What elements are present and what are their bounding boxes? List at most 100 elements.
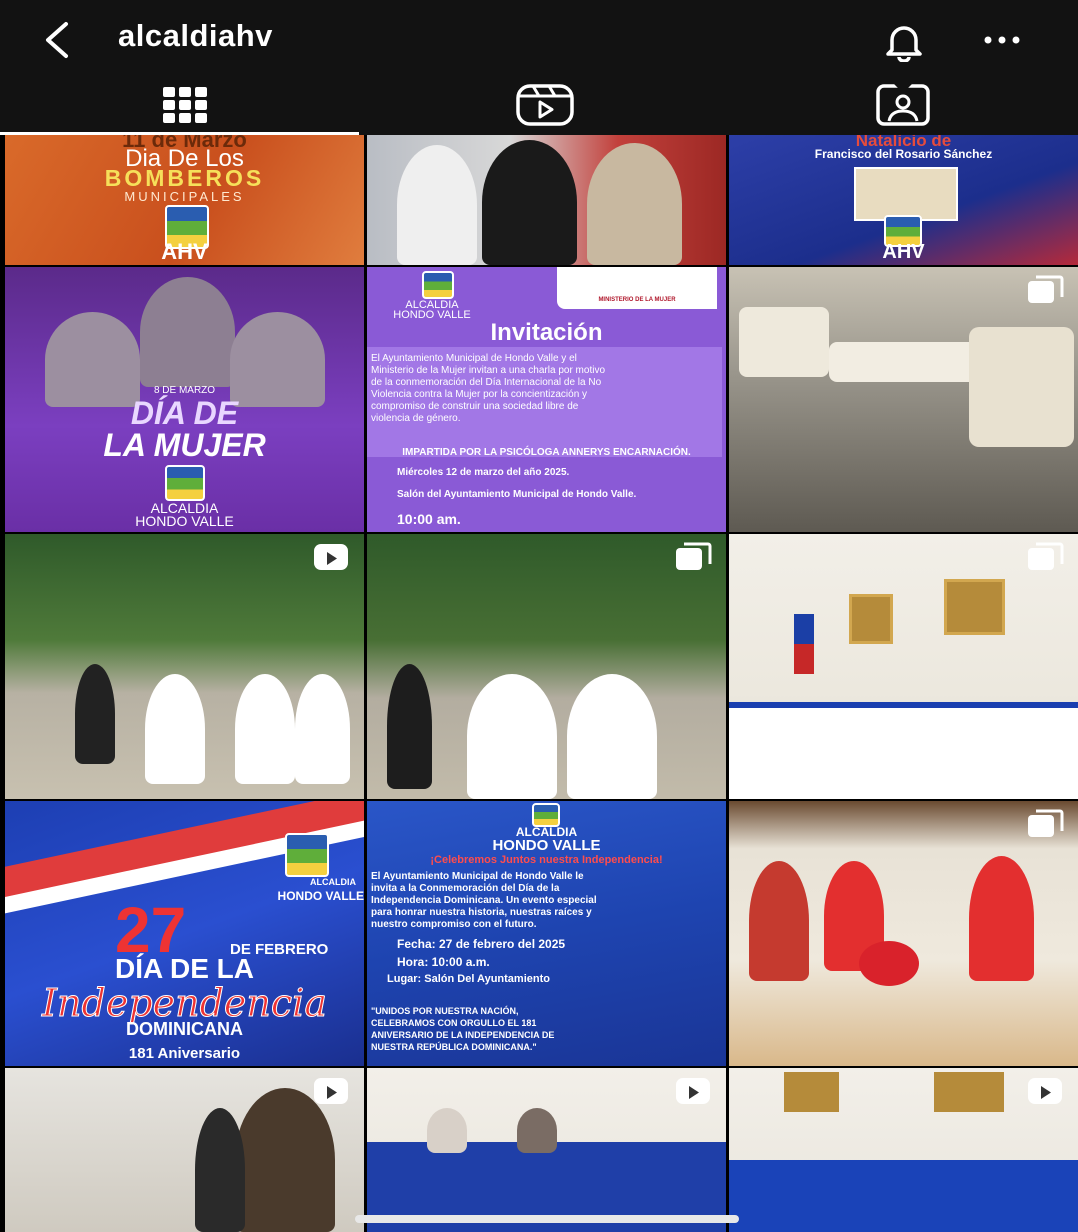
- post-tile-group-red[interactable]: [729, 801, 1078, 1066]
- post-text: 10:00 am.: [397, 511, 461, 527]
- post-text: CELEBRAMOS CON ORGULLO EL 181: [371, 1018, 537, 1028]
- carousel-icon: [1028, 542, 1064, 570]
- photo-person: [482, 140, 577, 265]
- post-text: AHV: [161, 239, 208, 264]
- post-text: nuestro compromiso con el futuro.: [371, 919, 537, 930]
- posts-grid: 11 de Marzo Dia De Los BOMBEROS MUNICIPA…: [0, 135, 1078, 1232]
- photo-person: [427, 1108, 467, 1153]
- post-tile-meeting-table[interactable]: [729, 534, 1078, 799]
- post-text: ANIVERSARIO DE LA INDEPENDENCIA DE: [371, 1030, 555, 1040]
- photo-frame: [934, 1072, 1004, 1112]
- photo-person: [587, 143, 682, 265]
- post-text: Violencia contra la Mujer por la concien…: [371, 389, 588, 400]
- reels-icon: [516, 84, 574, 126]
- post-text: DOMINICANA: [126, 1019, 243, 1039]
- profile-header: alcaldiahv: [0, 0, 1078, 135]
- post-text: LA MUJER: [103, 427, 266, 463]
- photo-person: [397, 145, 477, 265]
- post-tile-dia-mujer[interactable]: 8 DE MARZO DÍA DE LA MUJER ALCALDIA HOND…: [5, 267, 364, 532]
- post-text: ¡Celebremos Juntos nuestra Independencia…: [430, 854, 663, 866]
- tab-reels[interactable]: [515, 80, 575, 130]
- post-text: compromiso de construir una sociedad lib…: [371, 401, 579, 412]
- photo-dancer: [467, 674, 557, 799]
- post-text: El Ayuntamiento Municipal de Hondo Valle…: [371, 353, 577, 364]
- municipal-logo: [285, 833, 329, 877]
- photo-person: [195, 1108, 245, 1232]
- post-tile-meeting-reel-2[interactable]: [729, 1068, 1078, 1232]
- more-icon[interactable]: [980, 22, 1024, 58]
- post-text: Invitación: [490, 319, 603, 346]
- municipal-logo: [532, 803, 560, 827]
- grid-icon: [163, 87, 207, 123]
- ministry-badge: MINISTERIO DE LA MUJER: [557, 267, 717, 309]
- photo-frame: [784, 1072, 839, 1112]
- photo-dancer: [387, 664, 432, 789]
- photo-person: [749, 861, 809, 981]
- tagged-icon: [876, 83, 930, 126]
- post-tile-dance-reel[interactable]: [5, 534, 364, 799]
- photo-person: [969, 856, 1034, 981]
- photo-person: [235, 1088, 335, 1232]
- post-tile-invitacion[interactable]: ALCALDIA HONDO VALLE MINISTERIO DE LA MU…: [367, 267, 726, 532]
- reels-icon: [1028, 1078, 1062, 1104]
- municipal-logo: [422, 271, 454, 299]
- post-text: 181 Aniversario: [128, 1045, 241, 1062]
- photo-dancer: [235, 674, 295, 784]
- post-text: Ministerio de la Mujer invitan a una cha…: [371, 365, 605, 376]
- post-tile-dance-carousel[interactable]: [367, 534, 726, 799]
- post-text: MUNICIPALES: [124, 189, 245, 204]
- post-text: MINISTERIO DE LA MUJER: [598, 297, 676, 303]
- photo-table: [729, 1160, 1078, 1232]
- post-tile-natalicio[interactable]: Natalicio de Francisco del Rosario Sánch…: [729, 135, 1078, 265]
- post-text: NUESTRA REPÚBLICA DOMINICANA.": [371, 1042, 537, 1052]
- post-tile-celebremos[interactable]: ALCALDIA HONDO VALLE ¡Celebremos Juntos …: [367, 801, 726, 1066]
- back-icon[interactable]: [38, 20, 78, 60]
- carousel-icon: [1028, 809, 1064, 837]
- photo-dancer: [75, 664, 115, 764]
- photo-seat: [739, 307, 829, 377]
- post-tile-handshake-photo[interactable]: [367, 135, 726, 265]
- photo-frame: [849, 594, 893, 644]
- post-text: para honrar nuestra historia, nuestras r…: [371, 907, 592, 918]
- post-text: Salón del Ayuntamiento Municipal de Hond…: [397, 489, 637, 500]
- profile-username: alcaldiahv: [118, 18, 273, 53]
- photo-frame: [944, 579, 1005, 635]
- post-tile-meeting-reel-1[interactable]: [367, 1068, 726, 1232]
- post-tile-independencia[interactable]: ALCALDIA HONDO VALLE 27 DE FEBRERO DÍA D…: [5, 801, 364, 1066]
- reels-icon: [676, 1078, 710, 1104]
- post-text: de la conmemoración del Día Internaciona…: [371, 377, 602, 388]
- post-tile-bomberos[interactable]: 11 de Marzo Dia De Los BOMBEROS MUNICIPA…: [5, 135, 364, 265]
- photo-flag: [794, 614, 814, 674]
- post-text: Hora: 10:00 a.m.: [397, 955, 490, 969]
- photo-person: [140, 277, 235, 387]
- post-text: HONDO VALLE: [492, 837, 601, 854]
- post-text: Lugar: Salón Del Ayuntamiento: [387, 973, 550, 985]
- photo-balloon: [859, 941, 919, 986]
- photo-dancer: [295, 674, 350, 784]
- photo-person: [517, 1108, 557, 1153]
- portrait-image: [854, 167, 958, 221]
- tab-tagged[interactable]: [873, 80, 933, 130]
- post-text: BOMBEROS: [104, 165, 265, 191]
- post-text: invita a la Conmemoración del Día de la: [371, 883, 560, 894]
- post-tile-office-reel[interactable]: [5, 1068, 364, 1232]
- post-text: ALCALDIA: [310, 877, 356, 887]
- post-text: Miércoles 12 de marzo del año 2025.: [397, 467, 570, 478]
- photo-dancer: [145, 674, 205, 784]
- carousel-icon: [676, 542, 712, 570]
- post-text: HONDO VALLE: [277, 889, 364, 903]
- post-text: HONDO VALLE: [135, 513, 234, 529]
- post-tile-bus-interior[interactable]: [729, 267, 1078, 532]
- reels-icon: [314, 544, 348, 570]
- photo-seat: [969, 327, 1074, 447]
- reels-icon: [314, 1078, 348, 1104]
- bell-icon[interactable]: [880, 20, 928, 62]
- post-text: AHV: [882, 241, 925, 263]
- post-text: "UNIDOS POR NUESTRA NACIÓN,: [371, 1006, 519, 1016]
- tab-posts[interactable]: [155, 80, 215, 130]
- carousel-icon: [1028, 275, 1064, 303]
- photo-table: [729, 702, 1078, 799]
- post-text: IMPARTIDA POR LA PSICÓLOGA ANNERYS ENCAR…: [402, 447, 691, 458]
- home-indicator[interactable]: [355, 1215, 739, 1223]
- photo-seat: [829, 342, 979, 382]
